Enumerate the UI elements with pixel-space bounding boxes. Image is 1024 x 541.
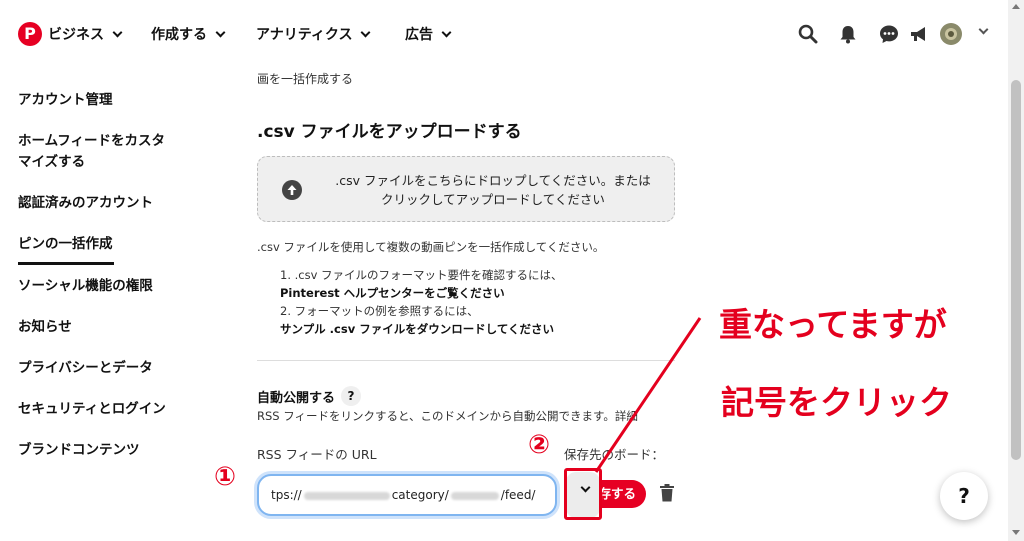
account-menu-chevron-icon[interactable] <box>978 24 989 35</box>
scroll-down-arrow-icon[interactable] <box>1012 530 1020 535</box>
dropzone-line-1: .csv ファイルをこちらにドロップしてください。または <box>335 173 651 188</box>
sidebar-item-privacy-data[interactable]: プライバシーとデータ <box>18 358 153 379</box>
top-navigation: P ビジネス 作成する アナリティクス 広告 <box>0 0 1008 68</box>
trash-icon[interactable] <box>659 484 675 502</box>
rss-url-label: RSS フィードの URL <box>257 447 377 462</box>
upload-section-title: .csv ファイルをアップロードする <box>257 122 522 142</box>
megaphone-icon[interactable] <box>909 24 929 44</box>
help-floating-button[interactable]: ? <box>940 472 988 520</box>
section-breadcrumb: 画を一括作成する <box>257 72 354 86</box>
sidebar-item-branded-content[interactable]: ブランドコンテンツ <box>18 440 140 461</box>
sidebar-active-indicator <box>18 262 114 265</box>
sample-csv-download-link[interactable]: サンプル .csv ファイルをダウンロードしてください <box>280 322 554 336</box>
sidebar-item-customize-home-feed[interactable]: ホームフィードをカスタ <box>18 131 165 152</box>
nav-ads-label: 広告 <box>405 27 433 43</box>
redacted-category <box>450 491 499 500</box>
chevron-down-icon <box>112 27 123 37</box>
annotation-number-1: ① <box>214 462 237 492</box>
sidebar-item-security-login[interactable]: セキュリティとログイン <box>18 399 166 420</box>
nav-ads-menu[interactable]: 広告 <box>405 24 452 44</box>
messages-icon[interactable] <box>879 24 899 44</box>
search-icon[interactable] <box>798 24 818 44</box>
avatar[interactable] <box>940 23 962 45</box>
rss-url-prefix: tps:// <box>271 488 302 502</box>
section-divider <box>257 360 675 361</box>
save-board-label: 保存先のボード： <box>564 447 665 462</box>
sidebar-item-customize-home-feed-line2[interactable]: マイズする <box>18 152 85 173</box>
annotation-overlap-note: 重なってますが <box>719 305 947 344</box>
bell-icon[interactable] <box>838 24 858 44</box>
annotation-click-note: 記号をクリック <box>721 383 952 422</box>
scrollbar-thumb[interactable] <box>1011 80 1021 460</box>
sidebar-item-notifications[interactable]: お知らせ <box>18 317 72 338</box>
annotation-highlight-box <box>564 468 602 520</box>
nav-create-label: 作成する <box>151 27 207 43</box>
annotation-number-2: ② <box>528 430 551 460</box>
scroll-up-arrow-icon[interactable] <box>1012 4 1020 9</box>
nav-business-menu[interactable]: ビジネス <box>48 24 123 44</box>
auto-publish-description: RSS フィードをリンクすると、このドメインから自動公開できます。詳細 <box>257 409 638 423</box>
pinterest-logo-icon[interactable]: P <box>18 22 42 46</box>
auto-publish-title: 自動公開する <box>257 390 336 406</box>
chevron-down-icon <box>441 27 452 37</box>
rss-url-middle: category/ <box>391 488 449 502</box>
sidebar-item-social-permissions[interactable]: ソーシャル機能の権限 <box>18 276 153 297</box>
sidebar-item-bulk-create-pins[interactable]: ピンの一括作成 <box>18 234 113 255</box>
rss-url-input[interactable]: tps:// category/ /feed/ <box>257 474 557 516</box>
instruction-steps: 1. .csv ファイルのフォーマット要件を確認するには、 Pinterest … <box>280 266 563 338</box>
sidebar-item-account-management[interactable]: アカウント管理 <box>18 90 113 111</box>
nav-analytics-label: アナリティクス <box>256 27 353 43</box>
sidebar-item-verified-accounts[interactable]: 認証済みのアカウント <box>18 193 153 214</box>
dropzone-line-2: クリックしてアップロードしてください <box>381 192 605 207</box>
chevron-down-icon <box>361 27 371 37</box>
redacted-domain <box>303 491 390 500</box>
chevron-down-icon <box>215 27 226 37</box>
nav-business-label: ビジネス <box>48 27 104 43</box>
auto-publish-help-button[interactable]: ? <box>341 386 362 406</box>
step-1-text: 1. .csv ファイルのフォーマット要件を確認するには、 <box>280 268 563 282</box>
csv-dropzone[interactable]: .csv ファイルをこちらにドロップしてください。または クリックしてアップロー… <box>257 156 675 222</box>
csv-description: .csv ファイルを使用して複数の動画ピンを一括作成してください。 <box>257 240 605 254</box>
help-center-link[interactable]: Pinterest ヘルプセンターをご覧ください <box>280 286 505 300</box>
auto-publish-heading: 自動公開する ? <box>257 386 362 406</box>
upload-icon <box>282 180 302 200</box>
rss-url-suffix: /feed/ <box>500 488 536 502</box>
nav-analytics-menu[interactable]: アナリティクス <box>256 24 371 44</box>
step-2-text: 2. フォーマットの例を参照するには、 <box>280 304 479 318</box>
nav-create-menu[interactable]: 作成する <box>151 24 226 44</box>
dropzone-text: .csv ファイルをこちらにドロップしてください。または クリックしてアップロー… <box>318 171 668 209</box>
